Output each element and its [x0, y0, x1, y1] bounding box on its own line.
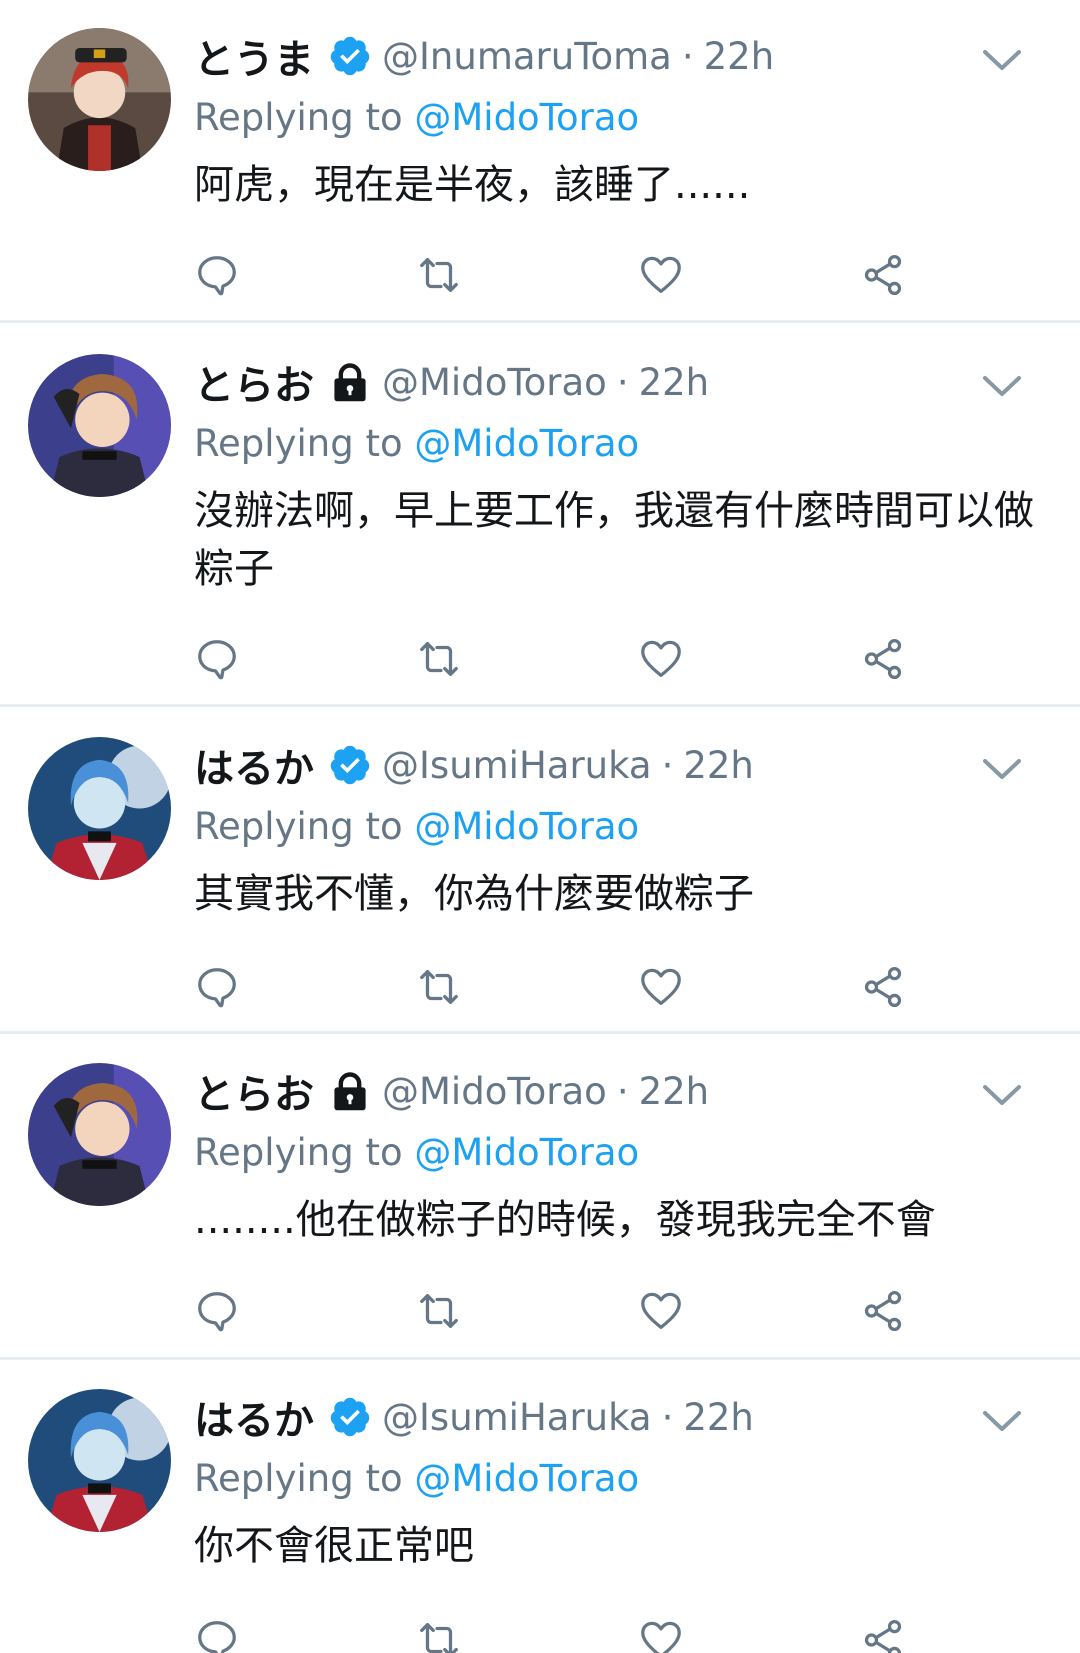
mention-link[interactable]: @MidoTorao	[414, 96, 639, 139]
retweet-icon[interactable]	[416, 1288, 462, 1334]
display-name[interactable]: とらお	[194, 1062, 314, 1120]
avatar[interactable]	[28, 1063, 171, 1206]
replying-label: Replying to	[194, 1131, 415, 1174]
replying-label: Replying to	[194, 805, 415, 848]
reply-icon[interactable]	[194, 1617, 240, 1653]
tweet-text: 沒辦法啊，早上要工作，我還有什麼時間可以做粽子	[194, 488, 1034, 592]
retweet-icon[interactable]	[416, 252, 462, 298]
haruka-avatar-image	[28, 1389, 171, 1532]
action-bar	[194, 1617, 914, 1653]
handle[interactable]: @MidoTorao	[382, 361, 607, 404]
reply-icon[interactable]	[194, 964, 240, 1010]
verified-icon	[328, 1395, 372, 1439]
verified-icon	[328, 34, 372, 78]
avatar[interactable]	[28, 354, 171, 497]
chevron-down-icon[interactable]	[982, 1083, 1022, 1107]
avatar[interactable]	[28, 28, 171, 171]
haruka-avatar-image	[28, 737, 171, 880]
share-icon[interactable]	[860, 636, 906, 682]
timestamp[interactable]: 22h	[683, 744, 754, 787]
replying-to: Replying to @MidoTorao	[194, 1457, 639, 1500]
reply-icon[interactable]	[194, 636, 240, 682]
toma-avatar-image	[28, 28, 171, 171]
replying-to: Replying to @MidoTorao	[194, 805, 639, 848]
tweet[interactable]: とうま @InumaruToma · 22h Replying to @Mido…	[0, 0, 1080, 323]
tweet[interactable]: とらお @MidoTorao · 22h Replying to @MidoTo…	[0, 326, 1080, 707]
replying-to: Replying to @MidoTorao	[194, 1131, 639, 1174]
retweet-icon[interactable]	[416, 964, 462, 1010]
tweet-text: 阿虎，現在是半夜，該睡了......	[194, 162, 751, 208]
replying-label: Replying to	[194, 422, 415, 465]
timestamp[interactable]: 22h	[639, 361, 710, 404]
lock-icon	[328, 360, 372, 404]
separator: ·	[681, 34, 694, 78]
reply-icon[interactable]	[194, 1288, 240, 1334]
tweet[interactable]: とらお @MidoTorao · 22h Replying to @MidoTo…	[0, 1035, 1080, 1360]
display-name[interactable]: はるか	[194, 736, 314, 794]
timestamp[interactable]: 22h	[683, 1396, 754, 1439]
chevron-down-icon[interactable]	[982, 757, 1022, 781]
heart-icon[interactable]	[638, 1288, 684, 1334]
chevron-down-icon[interactable]	[982, 374, 1022, 398]
action-bar	[194, 964, 914, 1014]
display-name[interactable]: はるか	[194, 1388, 314, 1446]
share-icon[interactable]	[860, 964, 906, 1010]
mention-link[interactable]: @MidoTorao	[414, 422, 639, 465]
mention-link[interactable]: @MidoTorao	[414, 805, 639, 848]
share-icon[interactable]	[860, 1288, 906, 1334]
retweet-icon[interactable]	[416, 636, 462, 682]
mention-link[interactable]: @MidoTorao	[414, 1457, 639, 1500]
avatar[interactable]	[28, 737, 171, 880]
chevron-down-icon[interactable]	[982, 48, 1022, 72]
handle[interactable]: @IsumiHaruka	[382, 1396, 652, 1439]
heart-icon[interactable]	[638, 1617, 684, 1653]
avatar[interactable]	[28, 1389, 171, 1532]
retweet-icon[interactable]	[416, 1617, 462, 1653]
replying-label: Replying to	[194, 1457, 415, 1500]
heart-icon[interactable]	[638, 252, 684, 298]
torao-avatar-image	[28, 1063, 171, 1206]
tweet[interactable]: はるか @IsumiHaruka · 22h Replying to @Mido…	[0, 1361, 1080, 1653]
action-bar	[194, 636, 914, 686]
separator: ·	[661, 743, 674, 787]
tweet[interactable]: はるか @IsumiHaruka · 22h Replying to @Mido…	[0, 709, 1080, 1034]
handle[interactable]: @MidoTorao	[382, 1070, 607, 1113]
timestamp[interactable]: 22h	[639, 1070, 710, 1113]
separator: ·	[616, 1069, 629, 1113]
timestamp[interactable]: 22h	[704, 35, 775, 78]
action-bar	[194, 252, 914, 302]
torao-avatar-image	[28, 354, 171, 497]
chevron-down-icon[interactable]	[982, 1409, 1022, 1433]
separator: ·	[661, 1395, 674, 1439]
action-bar	[194, 1288, 914, 1338]
mention-link[interactable]: @MidoTorao	[414, 1131, 639, 1174]
tweet-text: ........他在做粽子的時候，發現我完全不會	[194, 1197, 936, 1243]
reply-icon[interactable]	[194, 252, 240, 298]
heart-icon[interactable]	[638, 964, 684, 1010]
display-name[interactable]: とうま	[194, 27, 314, 85]
handle[interactable]: @InumaruToma	[382, 35, 672, 78]
replying-to: Replying to @MidoTorao	[194, 422, 639, 465]
separator: ·	[616, 360, 629, 404]
handle[interactable]: @IsumiHaruka	[382, 744, 652, 787]
display-name[interactable]: とらお	[194, 353, 314, 411]
heart-icon[interactable]	[638, 636, 684, 682]
replying-label: Replying to	[194, 96, 415, 139]
share-icon[interactable]	[860, 252, 906, 298]
verified-icon	[328, 743, 372, 787]
share-icon[interactable]	[860, 1617, 906, 1653]
lock-icon	[328, 1069, 372, 1113]
tweet-text: 你不會很正常吧	[194, 1523, 474, 1569]
replying-to: Replying to @MidoTorao	[194, 96, 639, 139]
tweet-text: 其實我不懂，你為什麼要做粽子	[194, 871, 754, 917]
